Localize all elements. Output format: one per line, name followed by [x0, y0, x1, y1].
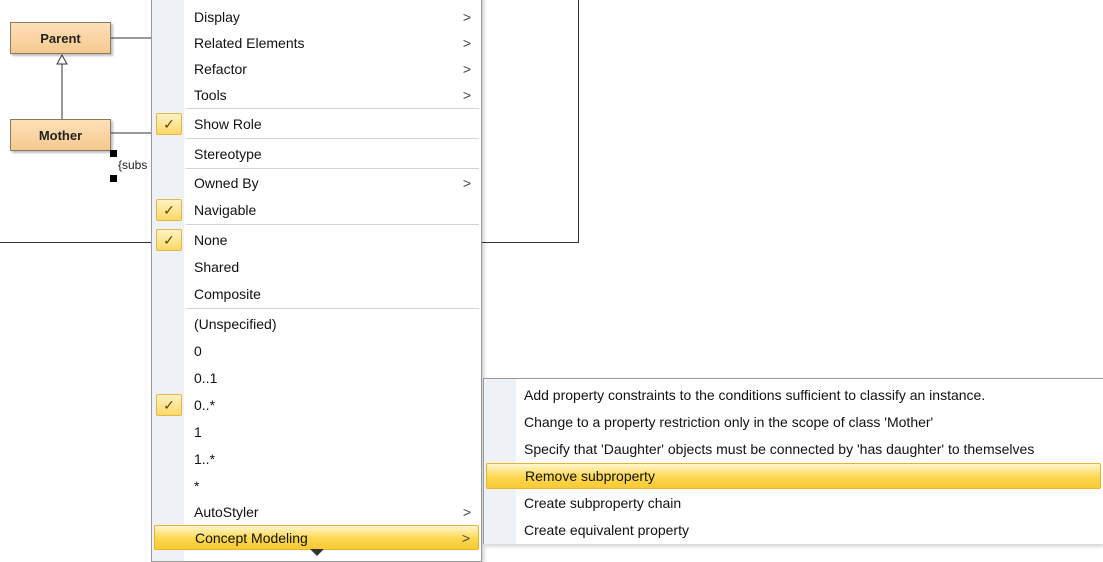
menu-item-17[interactable]: * [154, 473, 479, 498]
menu-item-label: 0..* [194, 396, 216, 413]
submenu-arrow-icon: > [462, 503, 471, 520]
menu-item-label: 1 [194, 423, 202, 440]
checkmark-icon: ✓ [156, 228, 182, 251]
menu-item-label: Tools [194, 86, 227, 103]
menu-item-15[interactable]: 1 [154, 419, 479, 444]
selection-handle-top[interactable] [110, 150, 117, 157]
menu-item-label: Shared [194, 258, 240, 275]
checkmark-icon: ✓ [156, 112, 182, 135]
concept-modeling-submenu: Add property constraints to the conditio… [483, 378, 1103, 544]
menu-item-1[interactable]: Related Elements > [154, 30, 479, 55]
constraint-label: {subs [118, 158, 148, 172]
menu-item-9[interactable]: Shared [154, 254, 479, 279]
submenu-item-2[interactable]: Specify that 'Daughter' objects must be … [486, 436, 1101, 462]
menu-item-19[interactable]: Concept Modeling > [154, 525, 479, 550]
context-menu: Display > Related Elements > Refactor > Tools >… [151, 0, 482, 562]
menu-item-6[interactable]: Owned By > [154, 170, 479, 195]
menu-item-label: Concept Modeling [195, 529, 308, 546]
menu-item-3[interactable]: Tools > [154, 82, 479, 107]
menu-item-7[interactable]: ✓ Navigable [154, 197, 479, 222]
checkmark-icon: ✓ [156, 198, 182, 221]
submenu-item-label: Create subproperty chain [524, 495, 682, 511]
menu-item-14[interactable]: ✓ 0..* [154, 392, 479, 417]
menu-item-label: Stereotype [194, 145, 262, 162]
submenu-item-label: Specify that 'Daughter' objects must be … [524, 441, 1035, 457]
menu-item-11[interactable]: (Unspecified) [154, 311, 479, 336]
submenu-arrow-icon: > [462, 86, 471, 103]
menu-item-10[interactable]: Composite [154, 281, 479, 306]
submenu-item-1[interactable]: Change to a property restriction only in… [486, 409, 1101, 435]
submenu-item-5[interactable]: Create equivalent property [486, 517, 1101, 543]
menu-item-label: 0 [194, 342, 202, 359]
submenu-arrow-icon: > [462, 174, 471, 191]
menu-item-label: AutoStyler [194, 503, 259, 520]
scroll-down-icon[interactable] [310, 549, 324, 556]
menu-item-13[interactable]: 0..1 [154, 365, 479, 390]
menu-item-label: Composite [194, 285, 261, 302]
menu-separator [186, 224, 479, 225]
diagram-frame-right [578, 0, 579, 243]
menu-separator [186, 108, 479, 109]
submenu-item-label: Change to a property restriction only in… [524, 414, 934, 430]
submenu-item-label: Create equivalent property [524, 522, 689, 538]
menu-item-4[interactable]: ✓ Show Role [154, 111, 479, 136]
menu-item-label: 0..1 [194, 369, 218, 386]
submenu-item-3[interactable]: Remove subproperty [486, 463, 1101, 489]
menu-item-label: Related Elements [194, 34, 305, 51]
submenu-arrow-icon: > [462, 8, 471, 25]
checkmark-icon: ✓ [156, 393, 182, 416]
menu-separator [186, 308, 479, 309]
submenu-item-label: Add property constraints to the conditio… [524, 387, 986, 403]
submenu-item-4[interactable]: Create subproperty chain [486, 490, 1101, 516]
menu-item-2[interactable]: Refactor > [154, 56, 479, 81]
submenu-item-label: Remove subproperty [525, 468, 655, 484]
menu-item-label: Show Role [194, 115, 262, 132]
menu-item-5[interactable]: Stereotype [154, 141, 479, 166]
menu-separator [186, 138, 479, 139]
selection-handle-bottom[interactable] [110, 175, 117, 182]
menu-item-label: * [194, 477, 200, 494]
menu-item-label: (Unspecified) [194, 315, 277, 332]
generalization-arrowhead [56, 53, 68, 65]
submenu-arrow-icon: > [462, 34, 471, 51]
submenu-item-0[interactable]: Add property constraints to the conditio… [486, 382, 1101, 408]
menu-item-12[interactable]: 0 [154, 338, 479, 363]
menu-item-label: None [194, 231, 228, 248]
submenu-arrow-icon: > [462, 60, 471, 77]
menu-item-16[interactable]: 1..* [154, 446, 479, 471]
menu-item-8[interactable]: ✓ None [154, 227, 479, 252]
menu-item-label: Display [194, 8, 240, 25]
menu-item-label: 1..* [194, 450, 216, 467]
menu-item-label: Refactor [194, 60, 247, 77]
menu-item-label: Owned By [194, 174, 259, 191]
menu-separator [186, 168, 479, 169]
menu-item-label: Navigable [194, 201, 257, 218]
menu-item-18[interactable]: AutoStyler > [154, 499, 479, 524]
menu-item-0[interactable]: Display > [154, 4, 479, 29]
submenu-arrow-icon: > [461, 529, 470, 546]
